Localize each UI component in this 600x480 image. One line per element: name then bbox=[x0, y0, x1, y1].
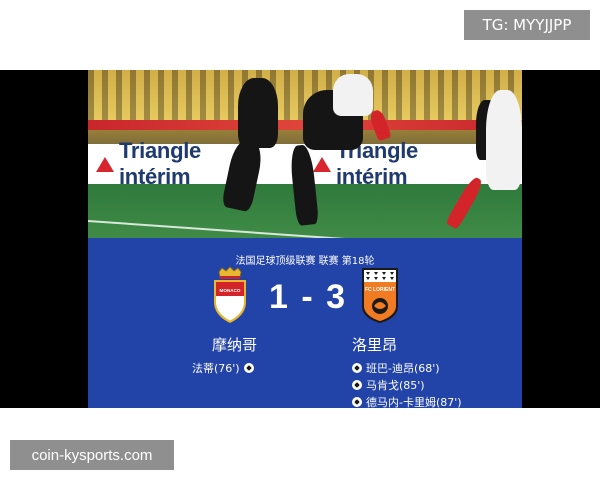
away-scorer-1: 班巴-迪昂(68') bbox=[348, 360, 440, 376]
away-scorer-text-1: 班巴-迪昂(68') bbox=[366, 362, 440, 375]
triangle-logo-icon bbox=[313, 156, 331, 172]
lorient-crest-text: FC LORIENT bbox=[365, 287, 395, 293]
monaco-crest-icon: MONACO bbox=[214, 266, 246, 323]
home-team-name: 摩纳哥 bbox=[212, 336, 258, 354]
player-white-2 bbox=[486, 90, 522, 190]
soccer-ball-icon bbox=[352, 363, 362, 373]
home-scorer-1: 法蒂(76') bbox=[192, 360, 258, 376]
player-white-1 bbox=[333, 74, 373, 116]
soccer-ball-icon bbox=[243, 363, 254, 373]
league-info: 法国足球顶级联赛 联赛 第18轮 bbox=[235, 256, 375, 267]
home-scorer-text: 法蒂(76') bbox=[192, 362, 240, 375]
player-dark-1 bbox=[238, 78, 278, 148]
lorient-crest-icon: FC LORIENT bbox=[362, 268, 398, 323]
tg-label: TG: MYYJJPP bbox=[464, 10, 590, 40]
away-scorer-text-2: 马肯戈(85') bbox=[366, 379, 425, 392]
triangle-logo-icon bbox=[96, 156, 114, 172]
soccer-ball-icon bbox=[352, 380, 362, 390]
away-scorer-3: 德马内-卡里姆(87') bbox=[348, 394, 462, 410]
away-team-name: 洛里昂 bbox=[352, 336, 398, 354]
away-scorer-text-3: 德马内-卡里姆(87') bbox=[366, 396, 462, 409]
match-photo: Triangle intérim Triangle intérim bbox=[88, 70, 522, 238]
soccer-ball-icon bbox=[352, 397, 362, 407]
site-watermark: coin-kysports.com bbox=[10, 440, 174, 470]
monaco-crest-text: MONACO bbox=[220, 288, 241, 293]
score-panel: 法国足球顶级联赛 联赛 第18轮 MONACO 1 - 3 FC LORIENT… bbox=[88, 238, 522, 410]
away-scorer-2: 马肯戈(85') bbox=[348, 377, 425, 393]
match-score: 1 - 3 bbox=[268, 278, 348, 316]
